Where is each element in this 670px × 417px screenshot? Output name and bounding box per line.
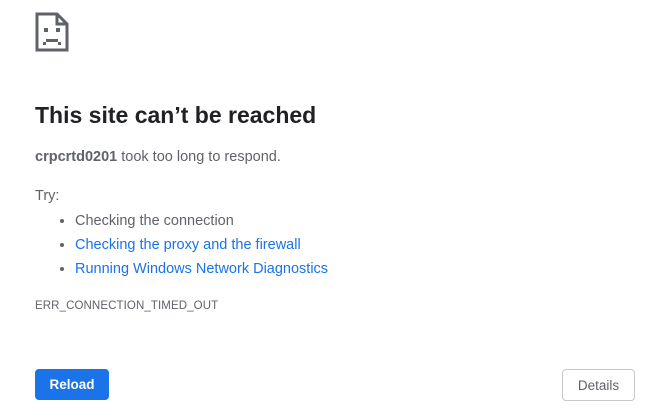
- reload-button[interactable]: Reload: [35, 369, 109, 400]
- page-title: This site can’t be reached: [35, 102, 317, 128]
- error-page: This site can’t be reached crpcrtd0201 t…: [0, 0, 670, 417]
- suggestion-check-connection: Checking the connection: [75, 213, 234, 229]
- error-message-text: took too long to respond.: [117, 149, 281, 165]
- error-code: ERR_CONNECTION_TIMED_OUT: [35, 300, 219, 312]
- suggestion-item: Running Windows Network Diagnostics: [75, 257, 328, 281]
- suggestion-item: Checking the proxy and the firewall: [75, 233, 328, 257]
- suggestion-list: Checking the connection Checking the pro…: [35, 209, 328, 281]
- error-message: crpcrtd0201 took too long to respond.: [35, 147, 281, 167]
- check-proxy-firewall-link[interactable]: Checking the proxy and the firewall: [75, 237, 301, 253]
- sad-page-icon: [35, 12, 69, 52]
- network-diagnostics-link[interactable]: Running Windows Network Diagnostics: [75, 261, 328, 277]
- try-label: Try:: [35, 188, 60, 204]
- host-name: crpcrtd0201: [35, 149, 118, 165]
- suggestion-item: Checking the connection: [75, 209, 328, 233]
- details-button[interactable]: Details: [562, 369, 635, 401]
